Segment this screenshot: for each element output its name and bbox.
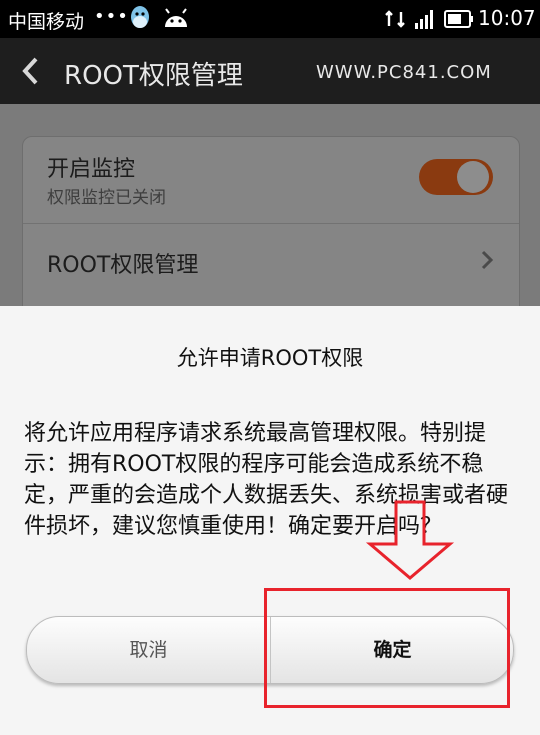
- signal-icon: [415, 10, 433, 29]
- chevron-left-icon[interactable]: [20, 56, 42, 86]
- annotation-highlight-box: [264, 588, 510, 708]
- cancel-button[interactable]: 取消: [27, 617, 270, 683]
- sync-icon: [385, 10, 405, 28]
- monitor-row[interactable]: 开启监控 权限监控已关闭: [23, 137, 519, 224]
- battery-icon: [444, 10, 473, 28]
- monitor-sub-label: 权限监控已关闭: [47, 188, 166, 208]
- chevron-right-icon: [481, 250, 494, 270]
- toggle-knob: [457, 161, 489, 193]
- title-bar: ROOT权限管理 WWW.PC841.COM: [0, 38, 540, 104]
- watermark-text: WWW.PC841.COM: [316, 62, 492, 83]
- android-icon: [165, 8, 187, 27]
- page-title: ROOT权限管理: [64, 61, 243, 91]
- status-bar: 中国移动 ••• 10:07: [0, 0, 540, 38]
- monitor-toggle[interactable]: [419, 159, 493, 195]
- qq-icon: [131, 6, 149, 28]
- clock: 10:07: [478, 6, 536, 30]
- carrier-name: 中国移动: [8, 11, 85, 33]
- notification-dots: •••: [94, 6, 129, 27]
- root-manage-label: ROOT权限管理: [47, 253, 199, 278]
- dialog-title: 允许申请ROOT权限: [176, 346, 364, 370]
- monitor-label: 开启监控: [47, 157, 136, 182]
- annotation-arrow-icon: [365, 500, 455, 580]
